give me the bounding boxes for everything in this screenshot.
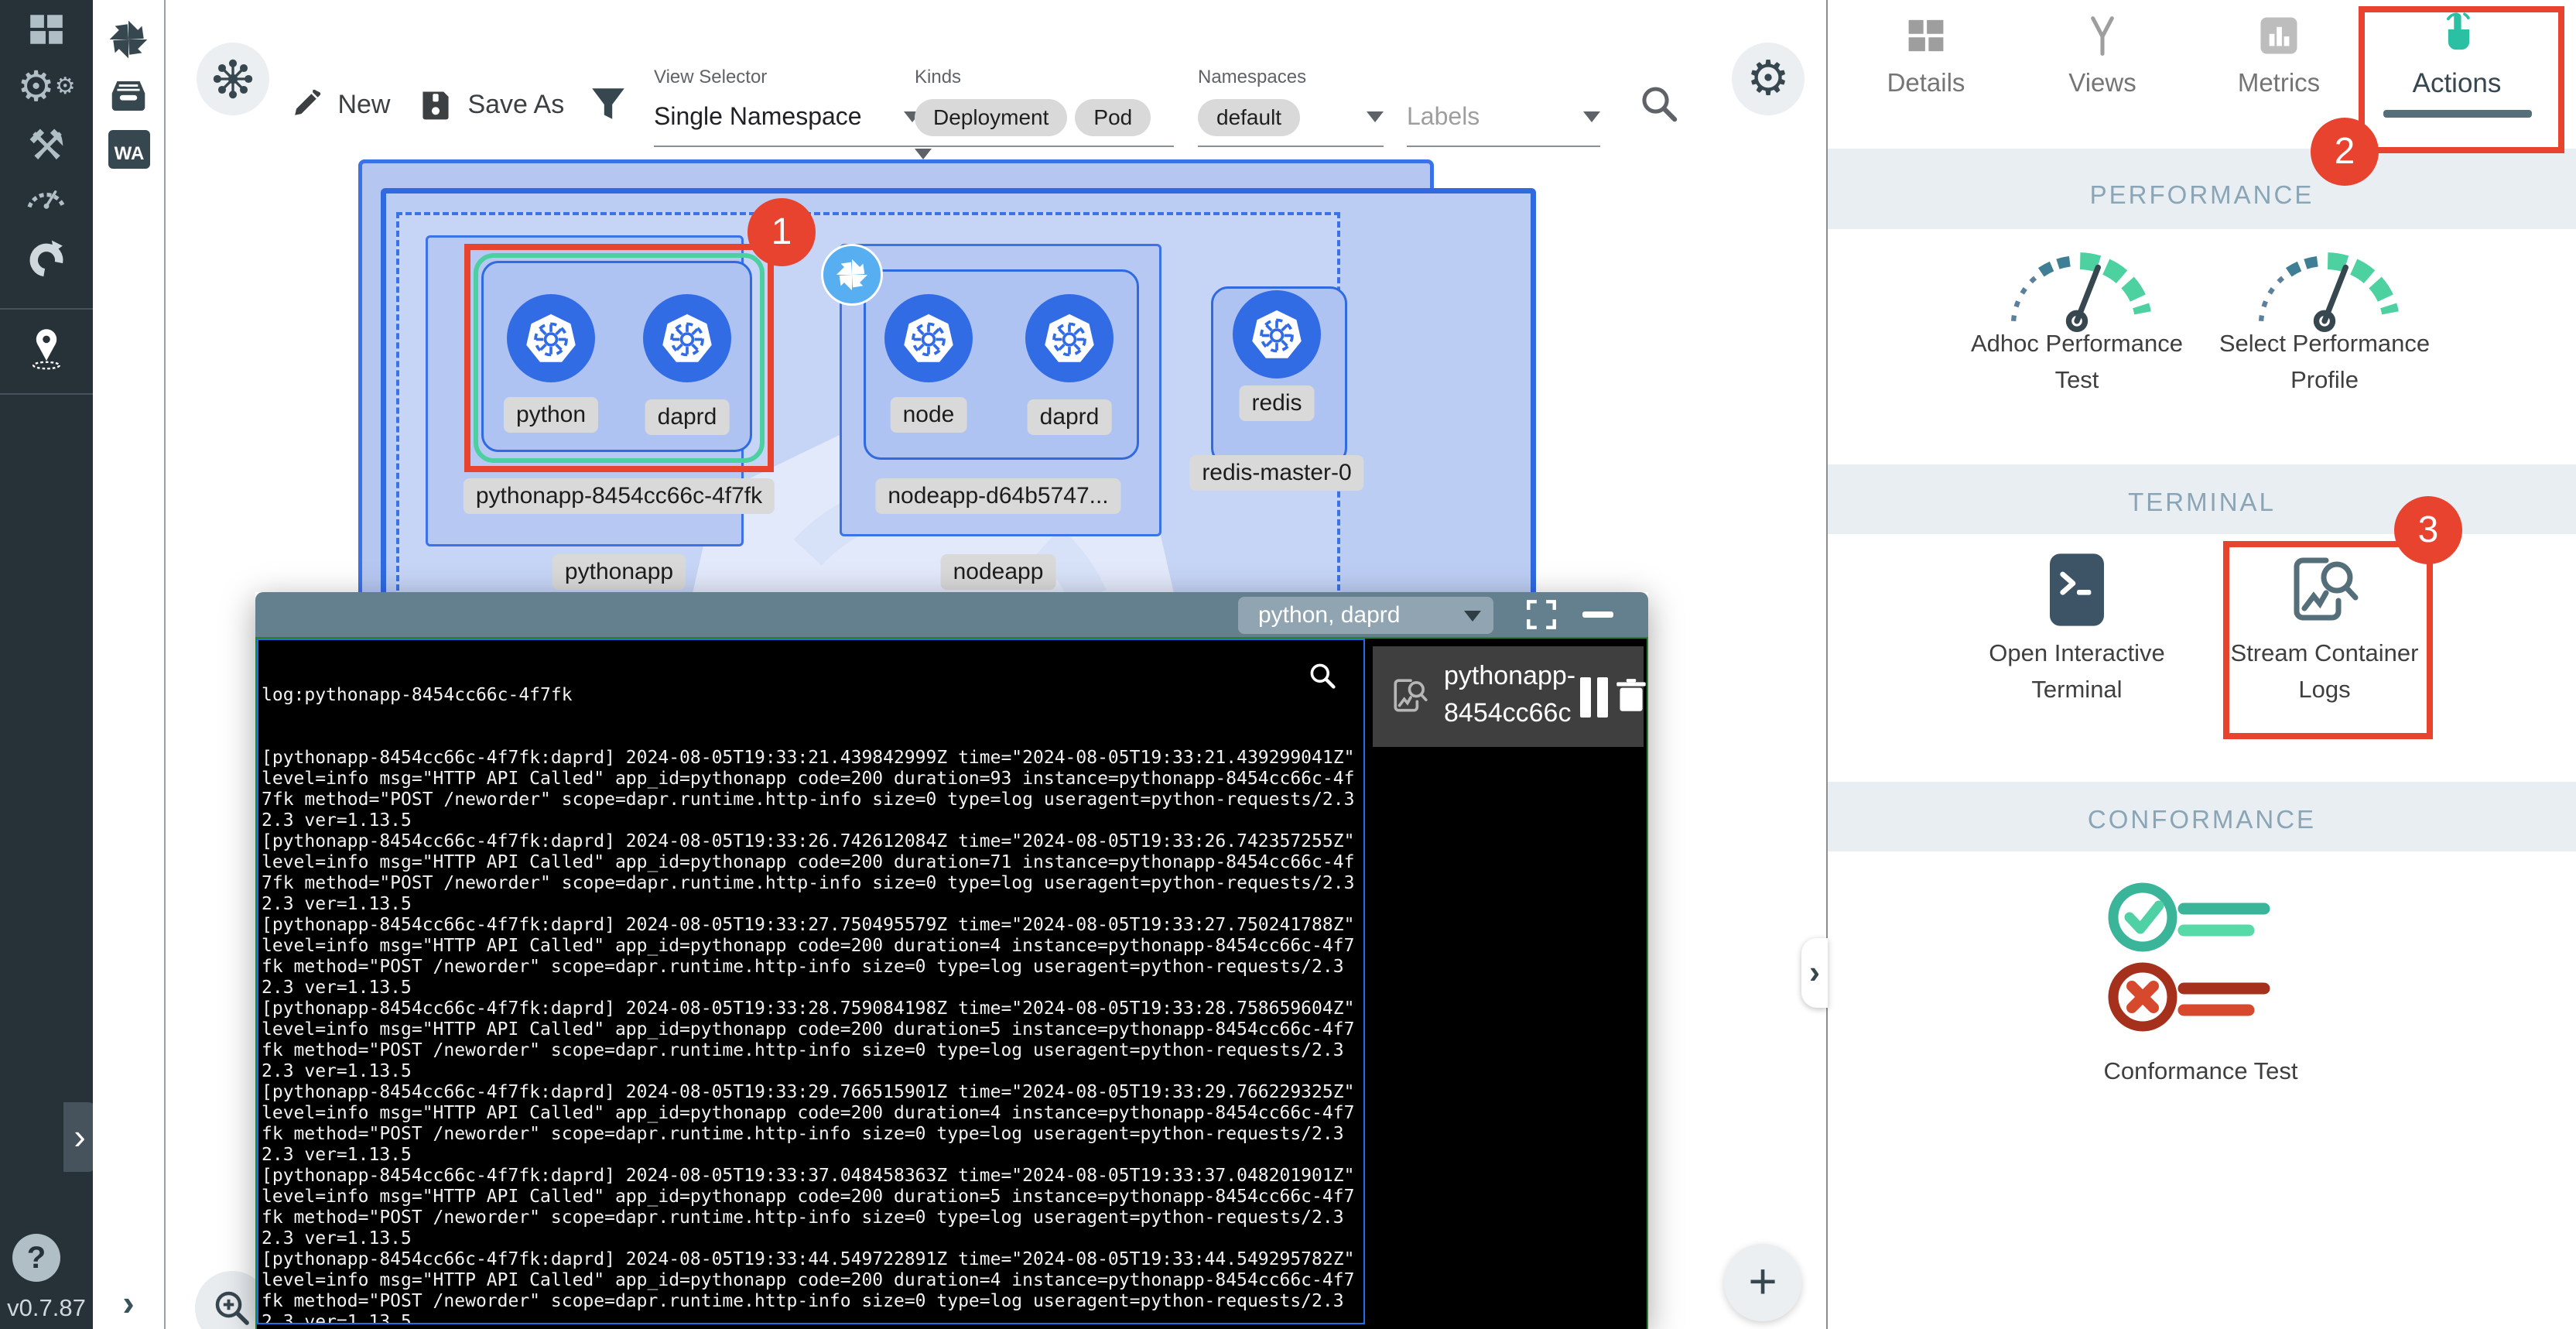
log-entry: [pythonapp-8454cc66c-4f7fk:daprd] 2024-0…	[262, 998, 1363, 1082]
chevron-right-icon: ›	[74, 1116, 85, 1156]
kubernetes-icon	[1248, 306, 1305, 363]
pause-icon[interactable]	[1580, 677, 1591, 718]
container-label: redis	[1239, 385, 1314, 421]
log-entry: [pythonapp-8454cc66c-4f7fk:daprd] 2024-0…	[262, 748, 1363, 831]
conformance-icon	[2100, 875, 2301, 1045]
sidebar-divider	[0, 393, 93, 395]
container-selector-dropdown[interactable]: python, daprd	[1238, 597, 1493, 634]
section-header-performance: PERFORMANCE	[1828, 149, 2576, 229]
log-entries: [pythonapp-8454cc66c-4f7fk:daprd] 2024-0…	[262, 748, 1363, 1324]
tab-metrics[interactable]: Metrics	[2191, 0, 2366, 124]
panel-collapse-handle[interactable]: ›	[1801, 938, 1828, 1008]
tab-label: Details	[1839, 68, 2013, 98]
details-grid-icon	[1904, 14, 1948, 57]
help-button[interactable]: ?	[12, 1234, 60, 1282]
extensions-dock: WA ›	[93, 0, 166, 1329]
log-entry: [pythonapp-8454cc66c-4f7fk:daprd] 2024-0…	[262, 1166, 1363, 1249]
annotation-circle-3: 3	[2394, 496, 2462, 564]
kubernetes-icon	[900, 310, 957, 367]
action-label: Adhoc Performance Test	[1961, 325, 2193, 398]
log-header-line: log:pythonapp-8454cc66c-4f7fk	[262, 685, 1363, 706]
plus-icon: +	[1748, 1253, 1777, 1309]
pod-name-label: redis-master-0	[1189, 455, 1363, 491]
pod-name-label: pythonapp-8454cc66c-4f7fk	[464, 478, 775, 514]
container-label: daprd	[645, 399, 730, 435]
annotation-number: 2	[2335, 131, 2355, 172]
terminal-session-tab[interactable]: pythonapp-8454cc66c	[1373, 646, 1644, 747]
tab-views[interactable]: Views	[2015, 0, 2190, 124]
kubernetes-icon	[659, 310, 716, 367]
question-mark-icon: ?	[27, 1241, 46, 1275]
terminal-titlebar[interactable]: python, daprd	[255, 592, 1648, 637]
container-label: daprd	[1028, 399, 1112, 435]
app-window: ⚙⚙ ⚒ › ? v0.7.87 WA › New Save As View S…	[0, 0, 2576, 1329]
log-entry: [pythonapp-8454cc66c-4f7fk:daprd] 2024-0…	[262, 915, 1363, 998]
group-label: pythonapp	[552, 554, 686, 590]
performance-gauge-icon[interactable]	[0, 180, 93, 212]
container-selector-value: python, daprd	[1258, 602, 1400, 628]
terminal-search-icon[interactable]	[1307, 660, 1338, 691]
annotation-number: 3	[2418, 509, 2439, 550]
annotation-box-3	[2223, 541, 2433, 739]
action-label: Open Interactive Terminal	[1961, 635, 2193, 707]
dashboard-icon[interactable]	[0, 9, 93, 50]
tab-label: Metrics	[2191, 68, 2366, 98]
meshery-swirl-icon[interactable]	[93, 17, 164, 62]
kubernetes-icon	[1041, 310, 1098, 367]
stream-logs-icon	[1390, 676, 1430, 716]
log-entry: [pythonapp-8454cc66c-4f7fk:daprd] 2024-0…	[262, 1249, 1363, 1324]
sidebar-expand-handle[interactable]: ›	[63, 1102, 96, 1172]
container-label: node	[891, 397, 967, 433]
annotation-number: 1	[771, 211, 792, 252]
terminal-body: log:pythonapp-8454cc66c-4f7fk [pythonapp…	[255, 637, 1648, 1329]
container-daprd[interactable]	[1025, 294, 1114, 382]
pause-icon[interactable]	[1597, 677, 1608, 718]
terminal-window: python, daprd log:pythonapp-8454cc66c-4f…	[255, 592, 1648, 1329]
terminal-icon	[2044, 551, 2109, 629]
trash-icon[interactable]	[1611, 676, 1651, 716]
tab-details[interactable]: Details	[1839, 0, 2013, 124]
annotation-circle-2: 2	[2311, 118, 2379, 186]
section-header-terminal: TERMINAL	[1828, 464, 2576, 534]
mesh-donut-icon[interactable]	[0, 237, 93, 282]
dapr-icon[interactable]	[821, 244, 883, 306]
annotation-circle-1: 1	[747, 198, 816, 266]
container-python[interactable]	[507, 294, 595, 382]
tools-icon[interactable]: ⚒	[0, 124, 93, 167]
settings-gears-icon[interactable]: ⚙⚙	[0, 65, 93, 108]
version-label: v0.7.87	[0, 1294, 93, 1322]
dock-expand-chevron[interactable]: ›	[93, 1282, 164, 1324]
log-entry: [pythonapp-8454cc66c-4f7fk:daprd] 2024-0…	[262, 1082, 1363, 1166]
minimize-icon[interactable]	[1582, 611, 1613, 618]
action-label: Conformance Test	[2046, 1053, 2355, 1089]
pod-name-label: nodeapp-d64b5747...	[875, 478, 1120, 514]
add-node-button[interactable]: +	[1724, 1244, 1801, 1321]
catalog-tray-icon[interactable]	[93, 74, 164, 118]
tab-label: Views	[2015, 68, 2190, 98]
metrics-bars-icon	[2257, 14, 2301, 57]
sidebar-divider	[0, 308, 93, 310]
section-header-conformance: CONFORMANCE	[1828, 782, 2576, 851]
views-icon	[2081, 14, 2124, 57]
kubernetes-icon	[522, 310, 580, 367]
zoom-in-icon	[210, 1286, 254, 1329]
log-output-pane[interactable]: log:pythonapp-8454cc66c-4f7fk [pythonapp…	[257, 639, 1365, 1324]
action-label: Select Performance Profile	[2208, 325, 2441, 398]
container-daprd[interactable]	[643, 294, 731, 382]
container-label: python	[504, 397, 598, 433]
left-sidebar: ⚙⚙ ⚒ › ? v0.7.87	[0, 0, 93, 1329]
chevron-down-icon	[1464, 611, 1481, 622]
location-pin-icon[interactable]	[0, 324, 93, 370]
terminal-session-list: pythonapp-8454cc66c	[1368, 639, 1647, 1329]
wasm-extension-icon[interactable]: WA	[108, 130, 150, 169]
group-label: nodeapp	[941, 554, 1056, 590]
container-redis[interactable]	[1233, 290, 1321, 378]
fullscreen-icon[interactable]	[1524, 598, 1558, 632]
container-node[interactable]	[884, 294, 973, 382]
right-panel: Details Views Metrics Actions PERFORMANC…	[1828, 0, 2576, 1329]
log-entry: [pythonapp-8454cc66c-4f7fk:daprd] 2024-0…	[262, 831, 1363, 915]
annotation-box-2	[2359, 6, 2564, 153]
wa-label: WA	[115, 143, 145, 164]
